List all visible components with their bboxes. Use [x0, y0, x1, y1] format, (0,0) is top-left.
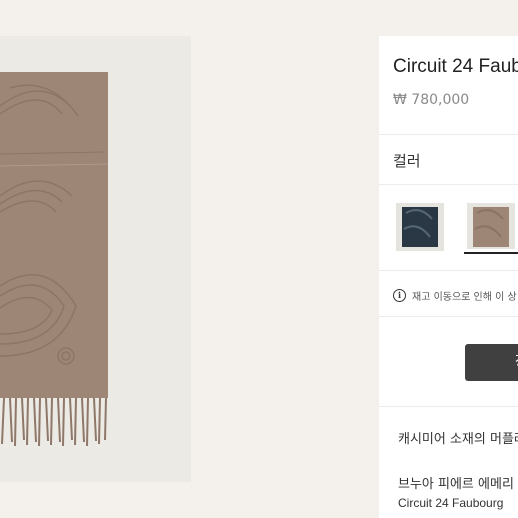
description-line: 캐시미어 소재의 머플러 — [398, 432, 518, 447]
stock-notice-text: 재고 이동으로 인해 이 상 — [412, 292, 517, 303]
swatch-thumbnail — [396, 203, 444, 251]
product-title: Circuit 24 Faubourg — [393, 56, 518, 77]
color-swatch-camel[interactable] — [464, 200, 518, 254]
divider — [379, 134, 518, 135]
add-to-cart-button[interactable]: 장바구니 — [465, 344, 518, 381]
info-icon: i — [393, 289, 406, 302]
divider — [379, 184, 518, 185]
divider — [379, 406, 518, 407]
swatch-thumbnail — [467, 203, 515, 249]
color-swatch-navy[interactable] — [393, 200, 447, 254]
description-line: 브누아 피에르 에메리 — [398, 477, 514, 492]
divider — [379, 270, 518, 271]
product-panel: Circuit 24 Faubourg ₩ 780,000 컬러 i 재고 이동… — [379, 36, 518, 518]
stock-notice: i 재고 이동으로 인해 이 상 — [393, 288, 517, 303]
divider — [379, 316, 518, 317]
product-price: ₩ 780,000 — [393, 92, 470, 108]
product-image[interactable] — [0, 36, 191, 482]
scarf-illustration — [0, 36, 191, 482]
color-label: 컬러 — [393, 152, 421, 170]
description-line: Circuit 24 Faubourg — [398, 496, 504, 510]
